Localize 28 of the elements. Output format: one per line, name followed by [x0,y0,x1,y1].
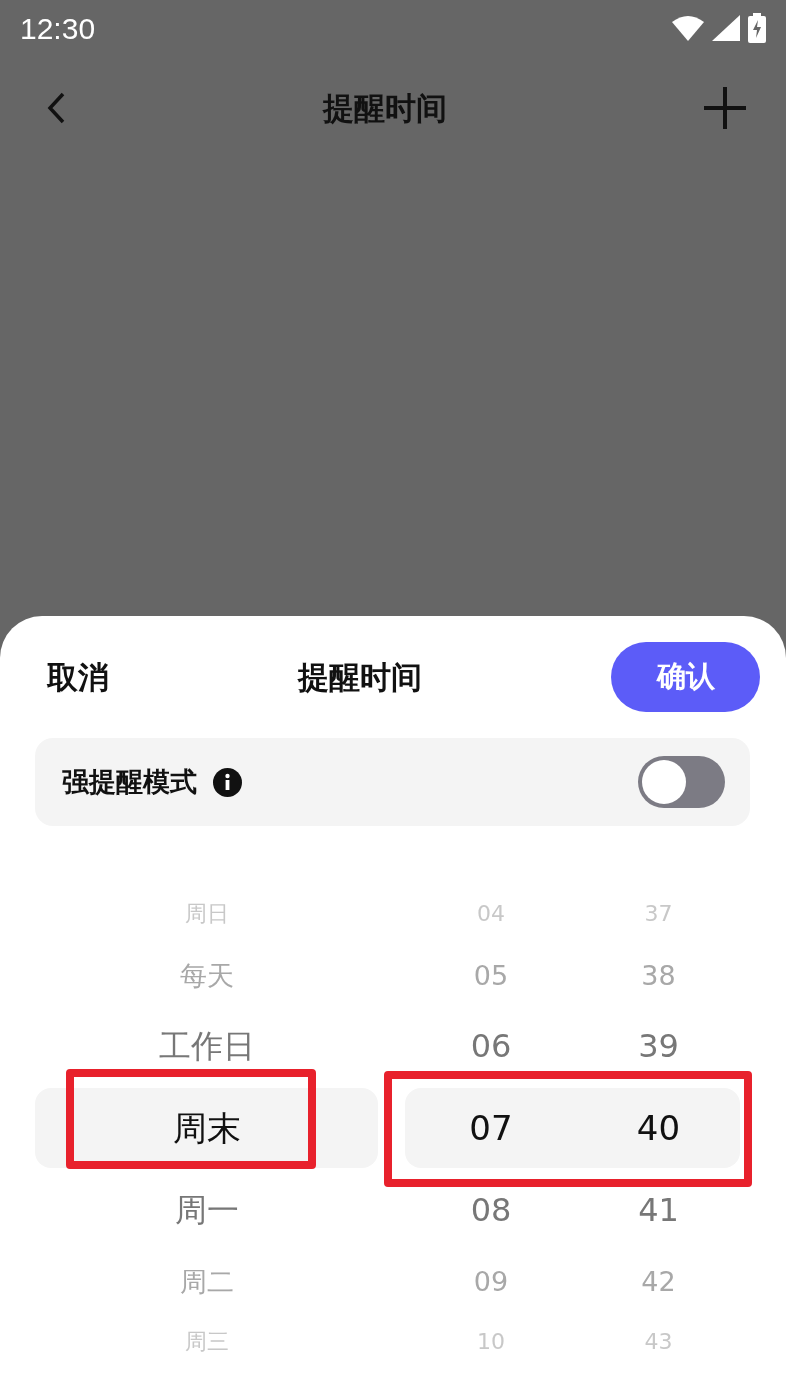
picker-option[interactable]: 06 [470,1030,512,1062]
picker-option[interactable]: 05 [473,961,509,989]
battery-charging-icon [748,13,766,43]
signal-icon [712,15,740,41]
picker-option[interactable]: 38 [641,961,676,989]
picker-option[interactable]: 39 [638,1030,679,1062]
picker-option[interactable]: 42 [641,1267,676,1295]
picker-option[interactable]: 07 [469,1111,513,1145]
page-title: 提醒时间 [323,88,447,128]
back-icon[interactable] [46,92,66,124]
picker-option[interactable]: 08 [470,1194,512,1226]
picker-option[interactable]: 每天 [179,961,234,989]
picker-option[interactable]: 周一 [174,1194,239,1226]
picker-option[interactable]: 周末 [172,1111,241,1145]
cancel-button[interactable]: 取消 [47,653,109,701]
confirm-button[interactable]: 确认 [611,642,760,712]
picker-option[interactable]: 周二 [179,1267,234,1295]
picker-option[interactable]: 09 [473,1267,509,1295]
info-icon[interactable] [213,767,242,797]
picker-option[interactable]: 41 [638,1194,679,1226]
sheet-title: 提醒时间 [298,657,422,697]
toggle-switch[interactable] [638,756,725,808]
wifi-icon [672,15,704,41]
status-time: 12:30 [20,10,96,47]
picker-option[interactable]: 工作日 [158,1030,255,1062]
mode-label: 强提醒模式 [62,764,197,799]
add-icon[interactable] [704,87,746,129]
picker-option[interactable]: 40 [636,1111,681,1145]
